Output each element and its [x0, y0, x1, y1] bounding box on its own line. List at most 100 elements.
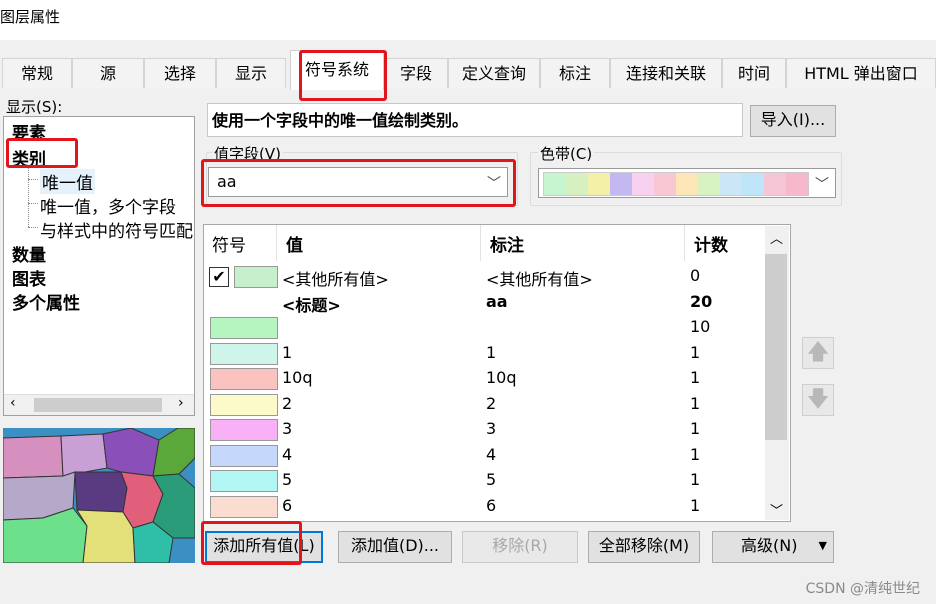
table-row[interactable]: 10	[204, 316, 764, 342]
cell-value: 4	[282, 444, 293, 464]
cell-count: 10	[690, 317, 711, 336]
tab-time[interactable]: 时间	[722, 58, 786, 88]
table-row[interactable]: 4 4 1	[204, 444, 764, 470]
tab-definition-query[interactable]: 定义查询	[448, 58, 540, 88]
cell-value: <其他所有值>	[282, 270, 389, 289]
tab-symbology[interactable]: 符号系统	[290, 50, 384, 90]
symbol-swatch[interactable]	[210, 444, 278, 467]
cell-value: <标题>	[282, 295, 341, 315]
advanced-button[interactable]: 高级(N) ▼	[712, 531, 834, 563]
tab-general[interactable]: 常规	[2, 58, 72, 88]
window-title: 图层属性	[0, 8, 61, 26]
table-row[interactable]: 6 6 1	[204, 495, 764, 521]
color-ramp-swatch	[676, 173, 698, 195]
color-ramp-label: 色带(C)	[538, 143, 595, 164]
value-field-select[interactable]: aa ﹀	[208, 167, 508, 197]
renderer-tree[interactable]: 要素 类别 唯一值 唯一值，多个字段 与样式中的符号匹配 数量 图表 多个属性	[3, 116, 195, 416]
symbol-swatch[interactable]	[210, 495, 278, 518]
color-ramp-swatch	[720, 173, 742, 195]
table-row[interactable]: 2 2 1	[204, 393, 764, 419]
color-ramp-select[interactable]: ﹀	[538, 168, 836, 198]
cell-label: 2	[486, 393, 497, 413]
symbol-swatch[interactable]	[210, 342, 278, 365]
table-row[interactable]: ✔ <其他所有值> <其他所有值> 0	[204, 265, 764, 291]
tree-item-match-style[interactable]: 与样式中的符号匹配	[40, 217, 193, 242]
symbol-swatch[interactable]	[210, 393, 278, 416]
cell-value: 6	[282, 495, 293, 515]
column-header-value[interactable]: 值	[286, 231, 303, 256]
symbol-preview-map	[3, 428, 195, 563]
column-separator	[480, 225, 481, 261]
cell-count: 20	[690, 291, 713, 311]
table-row[interactable]: <标题> aa 20	[204, 291, 764, 317]
color-ramp-swatch	[544, 173, 566, 195]
table-row[interactable]: 5 5 1	[204, 469, 764, 495]
table-row[interactable]: 1 1 1	[204, 342, 764, 368]
value-field-label: 值字段(V)	[212, 143, 283, 164]
tab-display[interactable]: 显示	[216, 58, 286, 88]
chevron-down-icon[interactable]: ﹀	[815, 174, 829, 194]
tree-connector	[28, 227, 38, 228]
table-vertical-scrollbar[interactable]: ︿ ﹀	[765, 226, 789, 520]
color-ramp-preview	[543, 172, 809, 196]
color-ramp-swatch	[698, 173, 720, 195]
scroll-right-icon[interactable]: ›	[178, 395, 184, 411]
tree-item-multiple-attributes[interactable]: 多个属性	[12, 289, 80, 314]
color-ramp-swatch	[588, 173, 610, 195]
column-header-count[interactable]: 计数	[694, 231, 728, 256]
import-button[interactable]: 导入(I)...	[750, 105, 836, 137]
symbol-swatch[interactable]	[210, 368, 278, 390]
tree-horizontal-scrollbar[interactable]: ‹ ›	[4, 394, 194, 415]
symbol-swatch[interactable]	[210, 317, 278, 339]
cell-label: 3	[486, 419, 497, 438]
color-ramp-swatch	[654, 173, 676, 195]
table-row[interactable]: 3 3 1	[204, 418, 764, 444]
move-down-icon[interactable]: 🡇	[802, 384, 834, 416]
column-header-symbol[interactable]: 符号	[212, 231, 246, 256]
cell-value: 10q	[282, 368, 313, 387]
cell-label: 10q	[486, 368, 517, 387]
remove-all-button[interactable]: 全部移除(M)	[588, 531, 700, 563]
row-visibility-checkbox[interactable]: ✔	[209, 267, 229, 287]
advanced-button-label: 高级(N)	[741, 536, 798, 555]
color-ramp-swatch	[610, 173, 632, 195]
column-header-label[interactable]: 标注	[490, 231, 524, 256]
dropdown-arrow-icon[interactable]: ▼	[819, 532, 827, 560]
tab-selection[interactable]: 选择	[144, 58, 216, 88]
renderer-description: 使用一个字段中的唯一值绘制类别。	[207, 103, 743, 137]
cell-value: 5	[282, 470, 293, 489]
tree-item-features[interactable]: 要素	[12, 119, 46, 144]
symbol-swatch[interactable]	[234, 266, 278, 288]
cell-value: 2	[282, 393, 293, 413]
tab-joins-relates[interactable]: 连接和关联	[610, 58, 722, 88]
table-row[interactable]: 10q 10q 1	[204, 367, 764, 393]
symbol-swatch[interactable]	[210, 470, 278, 492]
chevron-down-icon[interactable]: ﹀	[487, 173, 501, 193]
tree-item-unique-values-many-fields[interactable]: 唯一值，多个字段	[40, 193, 176, 218]
scroll-thumb[interactable]	[765, 254, 787, 440]
scroll-down-icon[interactable]: ﹀	[770, 500, 783, 519]
symbol-swatch[interactable]	[210, 419, 278, 441]
scroll-thumb[interactable]	[34, 398, 162, 412]
scroll-left-icon[interactable]: ‹	[10, 395, 16, 411]
tab-fields[interactable]: 字段	[384, 58, 448, 88]
tab-html-popup[interactable]: HTML 弹出窗口	[786, 58, 936, 88]
add-value-button[interactable]: 添加值(D)...	[338, 531, 452, 563]
tab-labels[interactable]: 标注	[540, 58, 610, 88]
tab-source[interactable]: 源	[72, 58, 144, 88]
cell-count: 1	[690, 368, 701, 387]
tree-connector	[28, 167, 29, 227]
tree-item-categories[interactable]: 类别	[12, 145, 46, 170]
value-field-current: aa	[217, 172, 237, 191]
add-all-values-button[interactable]: 添加所有值(L)	[205, 531, 323, 563]
unique-values-table[interactable]: 符号 值 标注 计数 ✔ <其他所有值> <其他所有值> 0 <标题> aa 20 10 1 1 1…	[203, 224, 791, 522]
cell-count: 1	[690, 393, 701, 413]
remove-button[interactable]: 移除(R)	[462, 531, 578, 563]
cell-value: 3	[282, 419, 293, 438]
move-up-icon[interactable]: 🡅	[802, 337, 834, 369]
tree-item-charts[interactable]: 图表	[12, 265, 46, 290]
tree-item-quantities[interactable]: 数量	[12, 241, 46, 266]
scroll-up-icon[interactable]: ︿	[770, 228, 783, 247]
color-ramp-swatch	[566, 173, 588, 195]
tree-item-unique-values[interactable]: 唯一值	[40, 169, 95, 194]
